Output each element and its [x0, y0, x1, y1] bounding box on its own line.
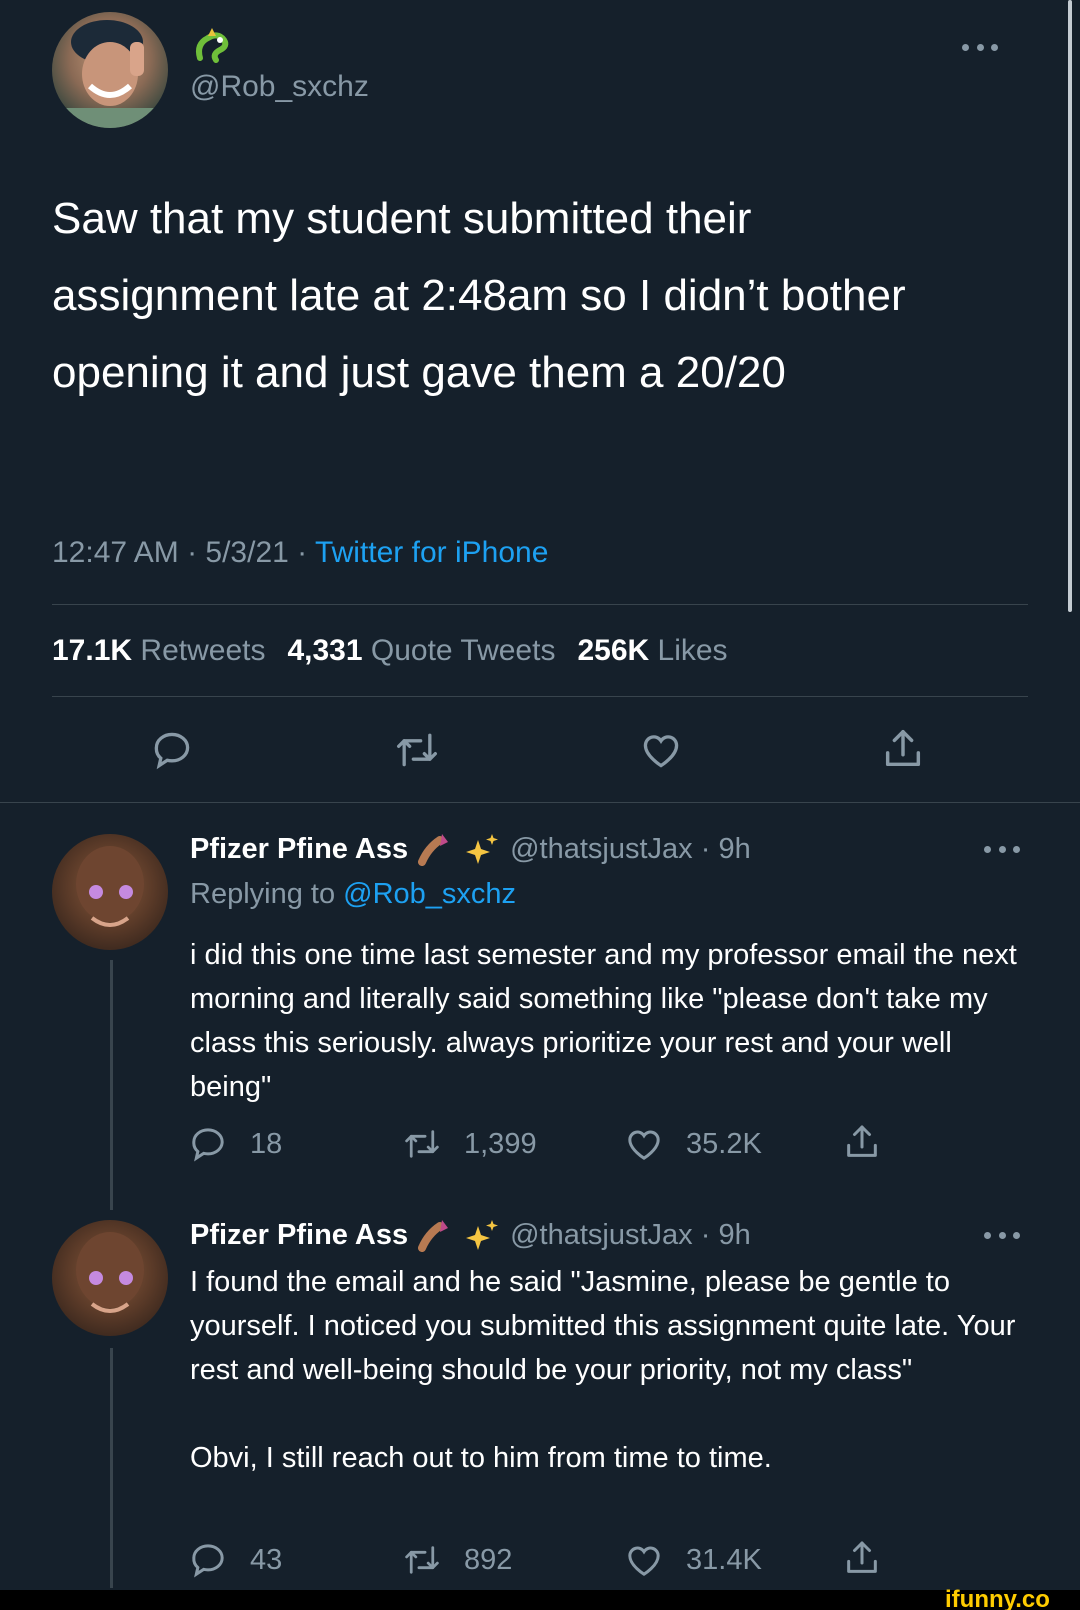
nail-polish-emoji-icon	[418, 1218, 454, 1252]
heart-icon	[628, 1130, 660, 1160]
reply-text: i did this one time last semester and my…	[190, 939, 1025, 1103]
like-count: 31.4K	[686, 1543, 762, 1576]
watermark-bar	[0, 1590, 1080, 1610]
like-count-button[interactable]: 35.2K	[624, 1124, 762, 1164]
retweet-button[interactable]	[392, 728, 442, 777]
replying-to-link[interactable]: @Rob_sxchz	[343, 878, 516, 910]
quotes-count: 4,331	[287, 634, 363, 667]
ifunny-watermark: ifunny.co	[945, 1586, 1050, 1610]
dragon-emoji-icon	[190, 24, 234, 68]
reply-count: 18	[250, 1127, 283, 1160]
retweet-count: 892	[464, 1543, 513, 1576]
reply-button[interactable]	[150, 728, 194, 777]
reply-icon	[154, 732, 190, 770]
share-button[interactable]	[842, 1538, 882, 1578]
reply-avatar[interactable]	[52, 834, 168, 950]
reply-header: Pfizer Pfine Ass @thatsjustJax · 9h	[190, 832, 751, 866]
tweet-timestamp: 12:47 AM · 5/3/21 · Twitter for iPhone	[52, 536, 548, 570]
share-button[interactable]	[842, 1122, 882, 1162]
likes-label: Likes	[657, 634, 728, 667]
quote-tweets-stat[interactable]: 4,331 Quote Tweets	[287, 634, 555, 668]
retweet-icon	[405, 1130, 439, 1158]
more-options-icon[interactable]	[984, 1230, 1020, 1240]
nail-polish-emoji-icon	[418, 832, 454, 866]
thread-line	[110, 1348, 113, 1588]
tweet-stats: 17.1K Retweets 4,331 Quote Tweets 256K L…	[52, 634, 728, 668]
retweets-stat[interactable]: 17.1K Retweets	[52, 634, 265, 668]
share-button[interactable]	[880, 726, 926, 777]
reply-icon	[192, 1128, 224, 1162]
more-options-icon[interactable]	[962, 42, 998, 52]
like-count-button[interactable]: 31.4K	[624, 1540, 762, 1580]
tweet-source-link[interactable]: Twitter for iPhone	[315, 536, 548, 569]
reply-avatar[interactable]	[52, 1220, 168, 1336]
like-count: 35.2K	[686, 1127, 762, 1160]
heart-icon	[628, 1546, 660, 1576]
divider	[0, 802, 1080, 803]
sparkles-emoji-icon	[464, 832, 500, 866]
retweet-count-button[interactable]: 892	[402, 1540, 512, 1580]
reply-header: Pfizer Pfine Ass @thatsjustJax · 9h	[190, 1218, 751, 1252]
share-icon	[847, 1541, 877, 1573]
likes-stat[interactable]: 256K Likes	[577, 634, 727, 668]
more-options-icon[interactable]	[984, 844, 1020, 854]
heart-icon	[643, 735, 679, 768]
retweets-count: 17.1K	[52, 634, 133, 667]
divider	[52, 604, 1028, 605]
divider	[52, 696, 1028, 697]
author-avatar[interactable]	[52, 12, 168, 128]
reply-count-button[interactable]: 43	[188, 1540, 282, 1580]
reply-count-button[interactable]: 18	[188, 1124, 282, 1164]
share-icon	[885, 730, 921, 767]
replying-to: Replying to @Rob_sxchz	[190, 878, 516, 911]
sparkles-emoji-icon	[464, 1218, 500, 1252]
scrollbar[interactable]	[1068, 0, 1072, 612]
author-handle[interactable]: @Rob_sxchz	[190, 70, 369, 104]
quotes-label: Quote Tweets	[370, 634, 556, 667]
reply-text: I found the email and he said "Jasmine, …	[190, 1266, 1016, 1474]
share-icon	[847, 1125, 877, 1157]
like-button[interactable]	[638, 728, 684, 777]
tweet-time: 12:47 AM · 5/3/21 ·	[52, 536, 315, 569]
retweet-count: 1,399	[464, 1127, 537, 1160]
reply-handle-time[interactable]: @thatsjustJax · 9h	[510, 1219, 751, 1252]
retweet-icon	[397, 733, 437, 767]
tweet-text: Saw that my student submitted their assi…	[52, 194, 906, 397]
reply-count: 43	[250, 1543, 283, 1576]
likes-count: 256K	[577, 634, 650, 667]
reply-icon	[192, 1544, 224, 1578]
retweet-count-button[interactable]: 1,399	[402, 1124, 537, 1164]
retweets-label: Retweets	[140, 634, 266, 667]
reply-author-name[interactable]: Pfizer Pfine Ass	[190, 1219, 408, 1252]
replying-label: Replying to	[190, 878, 344, 910]
reply-handle-time[interactable]: @thatsjustJax · 9h	[510, 833, 751, 866]
retweet-icon	[405, 1546, 439, 1574]
reply-author-name[interactable]: Pfizer Pfine Ass	[190, 833, 408, 866]
thread-line	[110, 960, 113, 1210]
